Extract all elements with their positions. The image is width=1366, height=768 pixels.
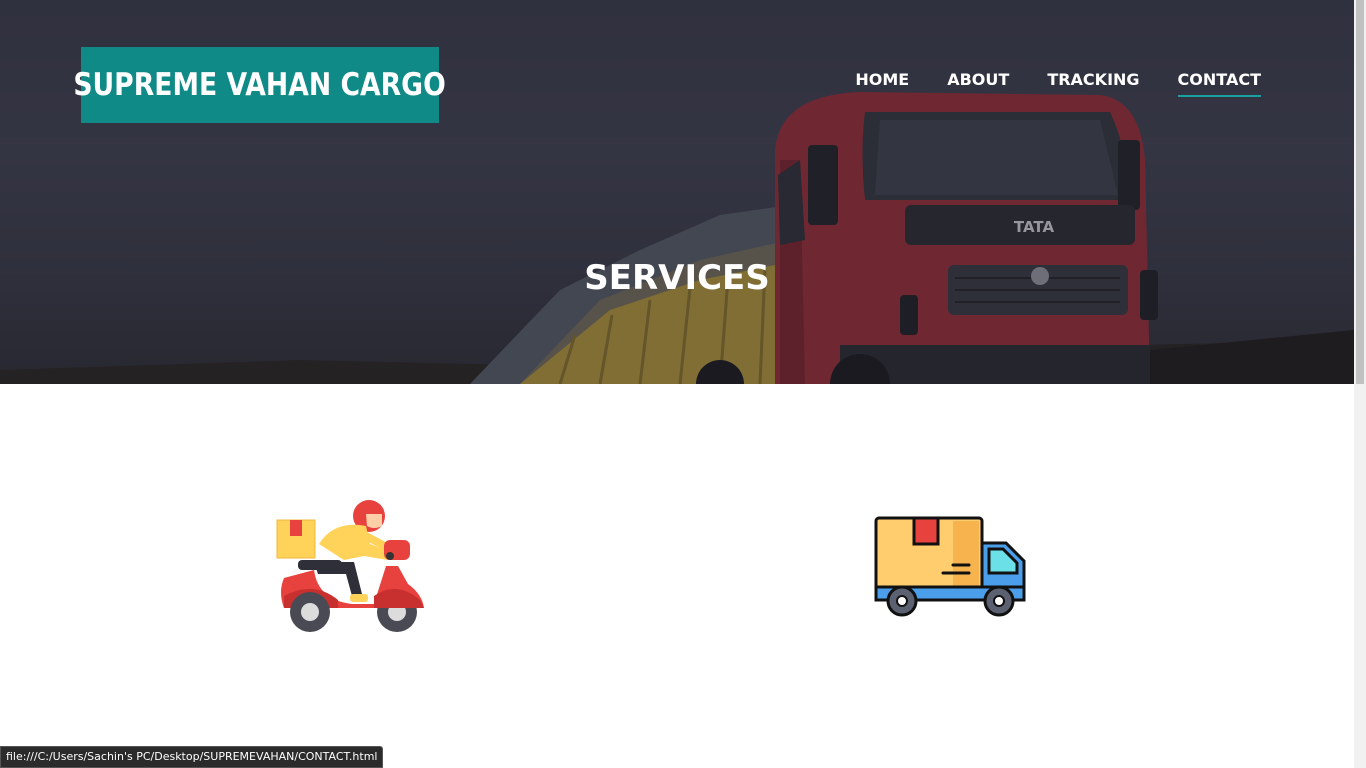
nav-link-home[interactable]: HOME	[855, 70, 909, 97]
main-nav: HOME ABOUT TRACKING CONTACT	[855, 70, 1261, 97]
scrollbar-thumb[interactable]	[1356, 0, 1364, 384]
nav-link-contact[interactable]: CONTACT	[1177, 70, 1261, 97]
page-scrollbar[interactable]	[1354, 0, 1366, 768]
hero-banner: TATA SUPREME VAHAN CARGO HOME ABOUT TRAC…	[0, 0, 1354, 384]
site-logo-text: SUPREME VAHAN CARGO	[73, 67, 447, 103]
page: TATA SUPREME VAHAN CARGO HOME ABOUT TRAC…	[0, 0, 1354, 768]
delivery-truck-icon	[874, 516, 1026, 617]
site-logo[interactable]: SUPREME VAHAN CARGO	[74, 47, 446, 123]
nav-link-tracking[interactable]: TRACKING	[1047, 70, 1139, 97]
nav-link-about[interactable]: ABOUT	[947, 70, 1009, 97]
services-section	[0, 384, 1354, 768]
browser-status-url: file:///C:/Users/Sachin's PC/Desktop/SUP…	[0, 746, 384, 768]
page-title: SERVICES	[584, 258, 770, 298]
delivery-scooter-icon	[276, 500, 424, 632]
